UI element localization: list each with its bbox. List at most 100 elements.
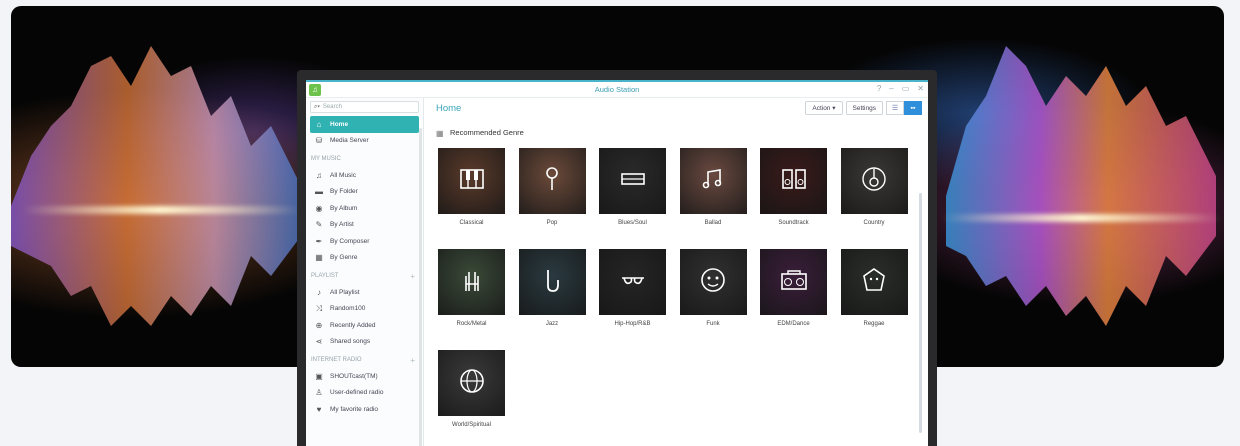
sidebar-item-media-server[interactable]: ⛁ Media Server [306,133,423,150]
sidebar-item-shoutcast[interactable]: ▣ SHOUTcast(TM) [306,368,423,385]
close-icon[interactable]: ✕ [917,84,924,93]
audio-station-window: ♫ Audio Station ? – ▭ ✕ ⌕▾ Search ⌂ Home… [306,80,928,446]
add-playlist-icon[interactable]: + [410,272,415,281]
genre-label: Jazz [545,321,559,327]
genre-label: Pop [546,220,558,226]
list-view-icon: ☰ [891,105,899,112]
sidebar-item-all-music[interactable]: ♫ All Music [306,167,423,184]
right-sound-wave-art [946,46,1216,326]
search-icon: ⌕▾ [314,103,320,110]
genre-tile[interactable]: Funk [679,249,747,350]
globe-icon [458,367,486,400]
monitor-frame: ♫ Audio Station ? – ▭ ✕ ⌕▾ Search ⌂ Home… [297,70,937,446]
sidebar-item-home[interactable]: ⌂ Home [310,116,419,133]
section-heading: MY MUSIC [311,156,341,162]
action-button[interactable]: Action ▾ [805,101,843,115]
microphone-icon [538,165,566,198]
sidebar-item-label: All Music [330,171,357,179]
help-icon[interactable]: ? [877,84,881,93]
music-note-icon: ♫ [316,170,322,180]
genre-tile[interactable]: World/Spiritual [438,350,505,446]
genre-thumbnail[interactable] [599,148,666,214]
sidebar-item-shared-songs[interactable]: ⋖ Shared songs [306,334,423,351]
minimize-icon[interactable]: – [889,84,893,93]
sidebar-item-label: Shared songs [330,338,371,346]
section-title: Recommended Genre [450,128,524,137]
grid-view-button[interactable]: ▪▪ [904,101,922,115]
sidebar-item-my-favorite-radio[interactable]: ♥ My favorite radio [306,401,423,418]
home-icon: ⌂ [316,119,322,129]
sidebar-item-label: All Playlist [330,288,360,296]
grid-view-icon: ▪▪ [910,104,916,112]
harmonica-icon [619,165,647,198]
genre-thumbnail[interactable] [518,249,586,315]
genre-thumbnail[interactable] [518,148,586,214]
genre-tile[interactable]: Classical [438,148,505,249]
genre-tile[interactable]: Soundtrack [760,148,827,249]
genre-thumbnail[interactable] [760,148,827,214]
genre-label: Reggae [863,321,885,327]
add-radio-icon[interactable]: + [410,356,415,365]
saxophone-icon [538,266,566,299]
genre-thumbnail[interactable] [679,148,747,214]
right-glow-line [941,214,1221,222]
plus-circle-icon: ⊕ [315,320,323,330]
microphone-icon: ✎ [315,220,323,230]
sidebar-item-label: SHOUTcast(TM) [330,372,378,380]
media-server-icon: ⛁ [315,136,323,146]
sidebar-item-by-genre[interactable]: ▦ By Genre [306,250,423,267]
section-my-music: MY MUSIC [306,151,423,167]
genre-tile[interactable]: Blues/Soul [599,148,666,249]
genre-tile[interactable]: Hip-Hop/R&B [599,249,666,350]
genre-tile[interactable]: Country [840,148,908,249]
shuffle-icon: ⤨ [315,303,323,313]
genre-thumbnail[interactable] [679,249,747,315]
genre-tile[interactable]: Ballad [679,148,747,249]
maximize-icon[interactable]: ▭ [902,84,910,93]
left-glow-line [21,206,301,214]
genre-thumbnail[interactable] [599,249,666,315]
genre-tile[interactable]: Rock/Metal [438,249,505,350]
genre-thumbnail[interactable] [760,249,827,315]
genre-label: Classical [459,220,484,226]
sidebar-item-label: By Folder [330,188,358,196]
rock-hand-icon [458,266,486,299]
sidebar-item-label: By Artist [330,221,354,229]
share-icon: ⋖ [315,337,323,347]
sidebar-item-label: My favorite radio [330,405,379,413]
genre-tile[interactable]: EDM/Dance [760,249,827,350]
sidebar-item-all-playlist[interactable]: ♪ All Playlist [306,284,423,301]
main-scrollbar[interactable] [919,193,922,433]
genre-thumbnail[interactable] [840,249,908,315]
sidebar-item-user-defined-radio[interactable]: ♙ User-defined radio [306,385,423,402]
genre-label: Hip-Hop/R&B [614,321,651,327]
genre-thumbnail[interactable] [438,148,505,214]
genre-tile[interactable]: Reggae [840,249,908,350]
funk-face-icon [699,266,727,299]
search-input[interactable]: ⌕▾ Search [310,101,419,113]
heart-icon: ♥ [316,404,322,414]
sidebar-item-recently-added[interactable]: ⊕ Recently Added [306,317,423,334]
sidebar-item-random100[interactable]: ⤨ Random100 [306,301,423,318]
acoustic-guitar-icon [860,165,888,198]
lion-icon [860,266,888,299]
sunglasses-icon [619,266,647,299]
genre-thumbnail[interactable] [438,249,505,315]
sidebar-item-by-folder[interactable]: ▬ By Folder [306,184,423,201]
genre-tile[interactable]: Jazz [518,249,586,350]
sidebar-item-by-composer[interactable]: ✒ By Composer [306,233,423,250]
main-content: Home Action ▾ Settings ☰ ▪▪ ▦ Recommende… [425,98,928,446]
genre-tile[interactable]: Pop [518,148,586,249]
section-playlist: PLAYLIST + [306,268,423,284]
genre-thumbnail[interactable] [840,148,908,214]
folder-icon: ▬ [315,187,323,197]
section-internet-radio: INTERNET RADIO + [306,352,423,368]
genre-label: Rock/Metal [456,321,487,327]
recommended-genre-heading: ▦ Recommended Genre [436,128,928,138]
sidebar-scrollbar[interactable] [419,128,422,446]
genre-thumbnail[interactable] [438,350,505,416]
sidebar-item-by-album[interactable]: ◉ By Album [306,200,423,217]
sidebar-item-by-artist[interactable]: ✎ By Artist [306,217,423,234]
settings-button[interactable]: Settings [845,101,883,115]
list-view-button[interactable]: ☰ [886,101,904,115]
